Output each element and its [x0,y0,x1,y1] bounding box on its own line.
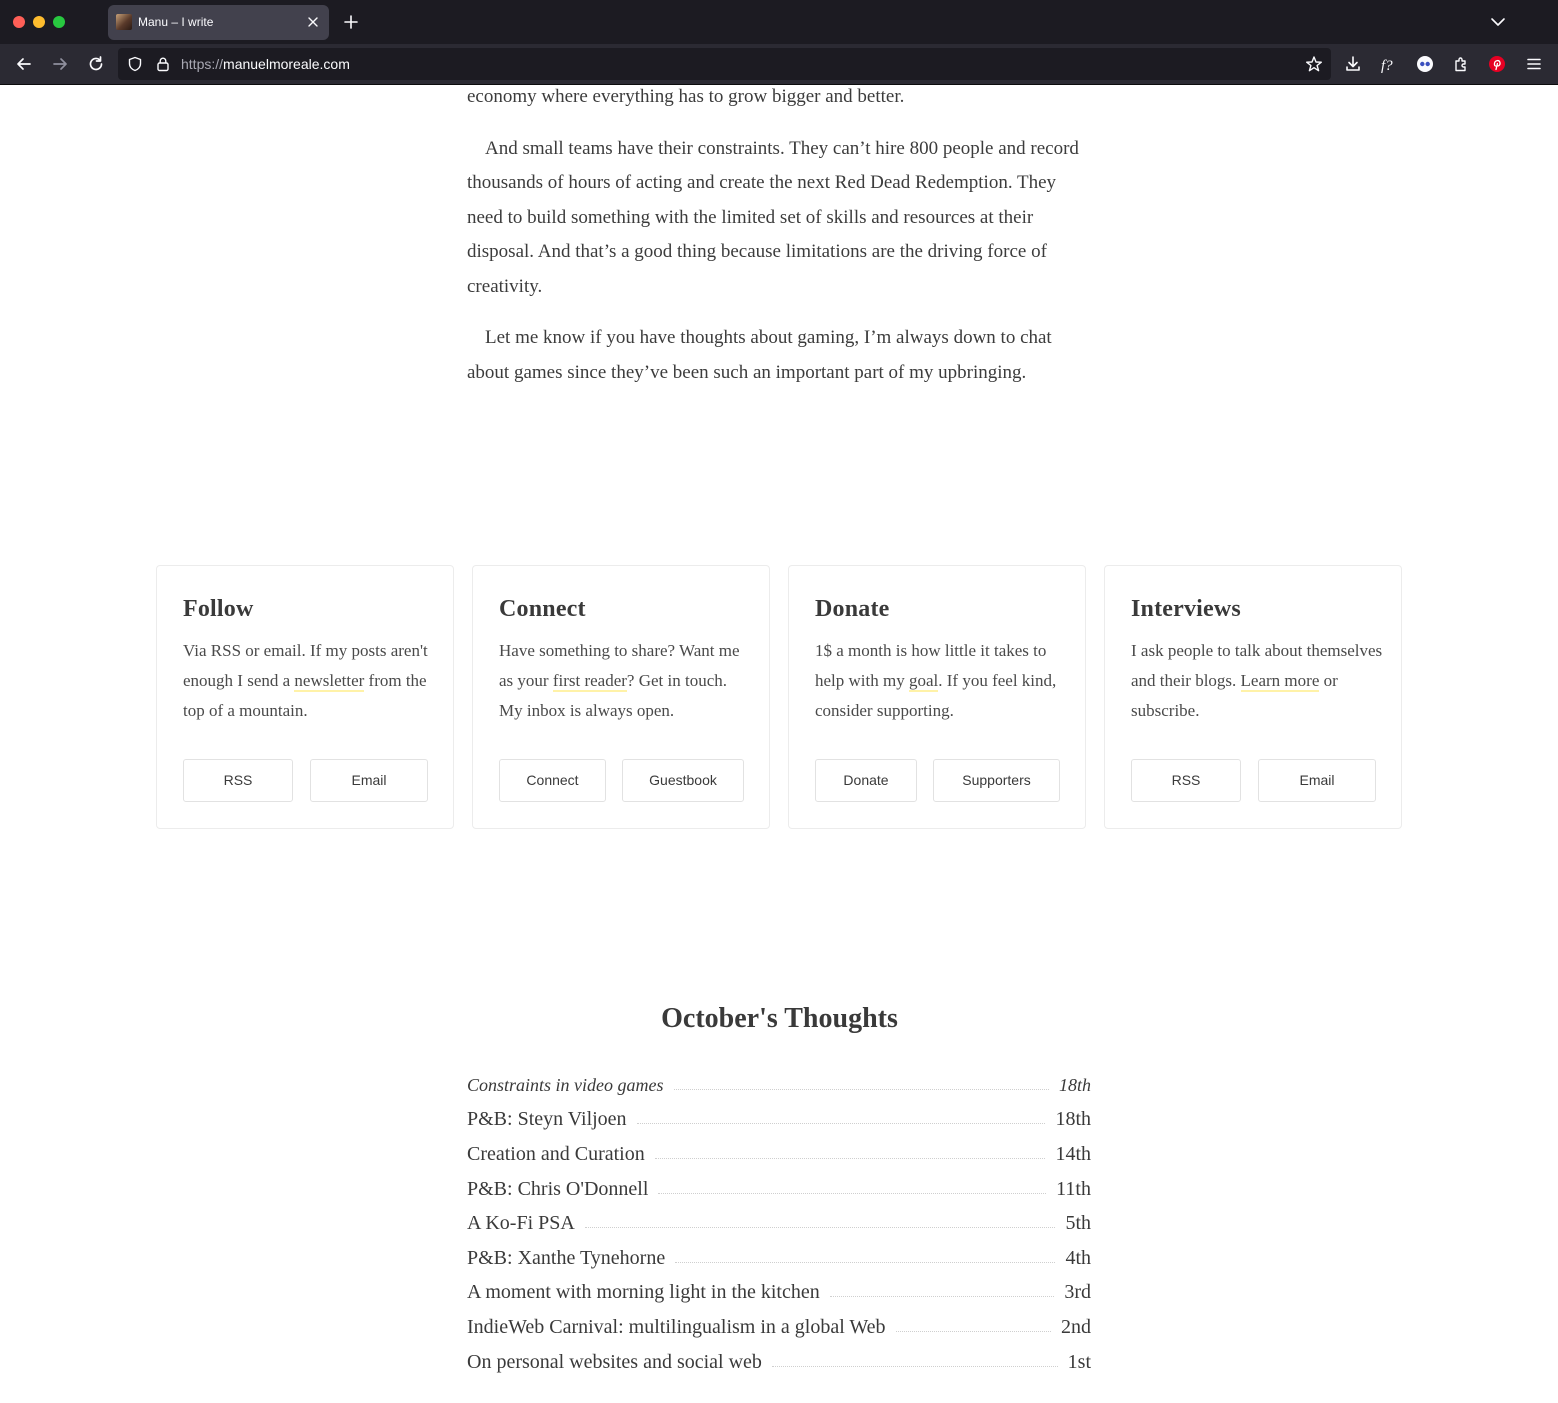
lock-icon[interactable] [155,56,171,72]
goal-link[interactable]: goal [908,671,939,692]
tab-close-icon[interactable] [305,14,321,30]
thought-day: 11th [1056,1177,1091,1200]
follow-email-button[interactable]: Email [310,759,428,802]
thought-item-current[interactable]: Constraints in video games 18th [467,1068,1091,1103]
thought-day: 1st [1067,1350,1091,1373]
footer-cards: Follow Via RSS or email. If my posts are… [156,565,1402,829]
thoughts-list: Constraints in video games 18th P&B: Ste… [467,1068,1091,1379]
back-arrow-icon[interactable] [15,55,33,73]
card-title: Donate [815,596,890,622]
thought-title: P&B: Chris O'Donnell [467,1177,649,1200]
connect-card: Connect Have something to share? Want me… [472,565,770,829]
interviews-card: Interviews I ask people to talk about th… [1104,565,1402,829]
thought-day: 2nd [1061,1315,1091,1338]
browser-tab[interactable]: Manu – I write [108,5,329,40]
thoughts-heading: October's Thoughts [661,1003,898,1034]
card-title: Connect [499,596,586,622]
donate-button[interactable]: Donate [815,759,917,802]
thought-day: 5th [1065,1212,1091,1235]
dotted-leader [584,1227,1056,1229]
minimize-window-button[interactable] [33,16,45,28]
thought-title: Creation and Curation [467,1142,645,1165]
connect-button[interactable]: Connect [499,759,606,802]
thought-item-link[interactable]: P&B: Chris O'Donnell 11th [467,1172,1091,1207]
dotted-leader [636,1123,1046,1125]
follow-card: Follow Via RSS or email. If my posts are… [156,565,454,829]
svg-text:f?: f? [1381,58,1393,73]
tab-title: Manu – I write [138,15,214,29]
donate-card: Donate 1$ a month is how little it takes… [788,565,1086,829]
thought-item-link[interactable]: A moment with morning light in the kitch… [467,1276,1091,1311]
tracking-shield-icon[interactable] [127,56,143,72]
downloads-icon[interactable] [1344,55,1362,73]
thought-title: On personal websites and social web [467,1350,762,1373]
pinterest-icon[interactable] [1488,55,1506,73]
card-description: Via RSS or email. If my posts aren't eno… [183,641,428,720]
address-bar[interactable]: https://manuelmoreale.com [118,48,1331,80]
extensions-puzzle-icon[interactable] [1452,55,1470,73]
thought-day: 3rd [1064,1281,1091,1304]
thought-day: 4th [1065,1246,1091,1269]
browser-navbar: https://manuelmoreale.com f? [0,44,1558,85]
dotted-leader [658,1192,1047,1194]
thought-day: 18th [1055,1108,1091,1131]
zoom-window-button[interactable] [53,16,65,28]
article-paragraph: Let me know if you have thoughts about g… [467,327,1052,383]
article-body: economy where everything has to grow big… [467,80,1092,407]
extension-eyes-icon[interactable] [1416,55,1434,73]
card-description: 1$ a month is how little it takes to hel… [815,641,1057,720]
dotted-leader [895,1330,1051,1332]
card-title: Follow [183,596,254,622]
thought-title: Constraints in video games [467,1074,664,1095]
article-paragraph: And small teams have their constraints. … [467,137,1079,297]
thought-title: P&B: Steyn Viljoen [467,1108,627,1131]
thought-item-link[interactable]: On personal websites and social web 1st [467,1345,1091,1380]
hamburger-menu-icon[interactable] [1525,55,1543,73]
interviews-rss-button[interactable]: RSS [1131,759,1241,802]
card-title: Interviews [1131,596,1241,622]
dotted-leader [654,1157,1046,1159]
dotted-leader [675,1261,1056,1263]
bookmark-star-icon[interactable] [1305,55,1323,73]
supporters-button[interactable]: Supporters [933,759,1060,802]
newsletter-link[interactable]: newsletter [294,671,365,692]
font-finder-icon[interactable]: f? [1380,55,1398,73]
card-description: I ask people to talk about themselves an… [1131,641,1383,720]
thought-item-link[interactable]: IndieWeb Carnival: multilingualism in a … [467,1310,1091,1345]
close-window-button[interactable] [13,16,25,28]
thought-item-link[interactable]: P&B: Xanthe Tynehorne 4th [467,1241,1091,1276]
thought-title: A moment with morning light in the kitch… [467,1281,820,1304]
tab-favicon [116,14,132,30]
thought-item-link[interactable]: P&B: Steyn Viljoen 18th [467,1103,1091,1138]
dotted-leader [771,1365,1058,1367]
dotted-leader [829,1296,1055,1298]
tab-list-chevron-icon[interactable] [1490,14,1506,30]
follow-rss-button[interactable]: RSS [183,759,293,802]
reload-icon[interactable] [87,55,105,73]
thought-item-link[interactable]: Creation and Curation 14th [467,1137,1091,1172]
forward-arrow-icon[interactable] [51,55,69,73]
card-description: Have something to share? Want me as your… [499,641,740,720]
thought-title: P&B: Xanthe Tynehorne [467,1246,666,1269]
thought-item-link[interactable]: A Ko-Fi PSA 5th [467,1206,1091,1241]
first-reader-link[interactable]: first reader [552,671,627,692]
thought-day: 18th [1058,1074,1091,1095]
guestbook-button[interactable]: Guestbook [622,759,744,802]
interviews-email-button[interactable]: Email [1258,759,1376,802]
thought-title: A Ko-Fi PSA [467,1212,575,1235]
url-text[interactable]: https://manuelmoreale.com [181,56,350,72]
thought-day: 14th [1055,1142,1091,1165]
browser-titlebar: Manu – I write [0,0,1558,44]
new-tab-icon[interactable] [342,13,360,31]
article-paragraph: economy where everything has to grow big… [467,86,905,107]
learn-more-link[interactable]: Learn more [1240,671,1320,692]
thought-title: IndieWeb Carnival: multilingualism in a … [467,1315,886,1338]
dotted-leader [673,1088,1049,1090]
